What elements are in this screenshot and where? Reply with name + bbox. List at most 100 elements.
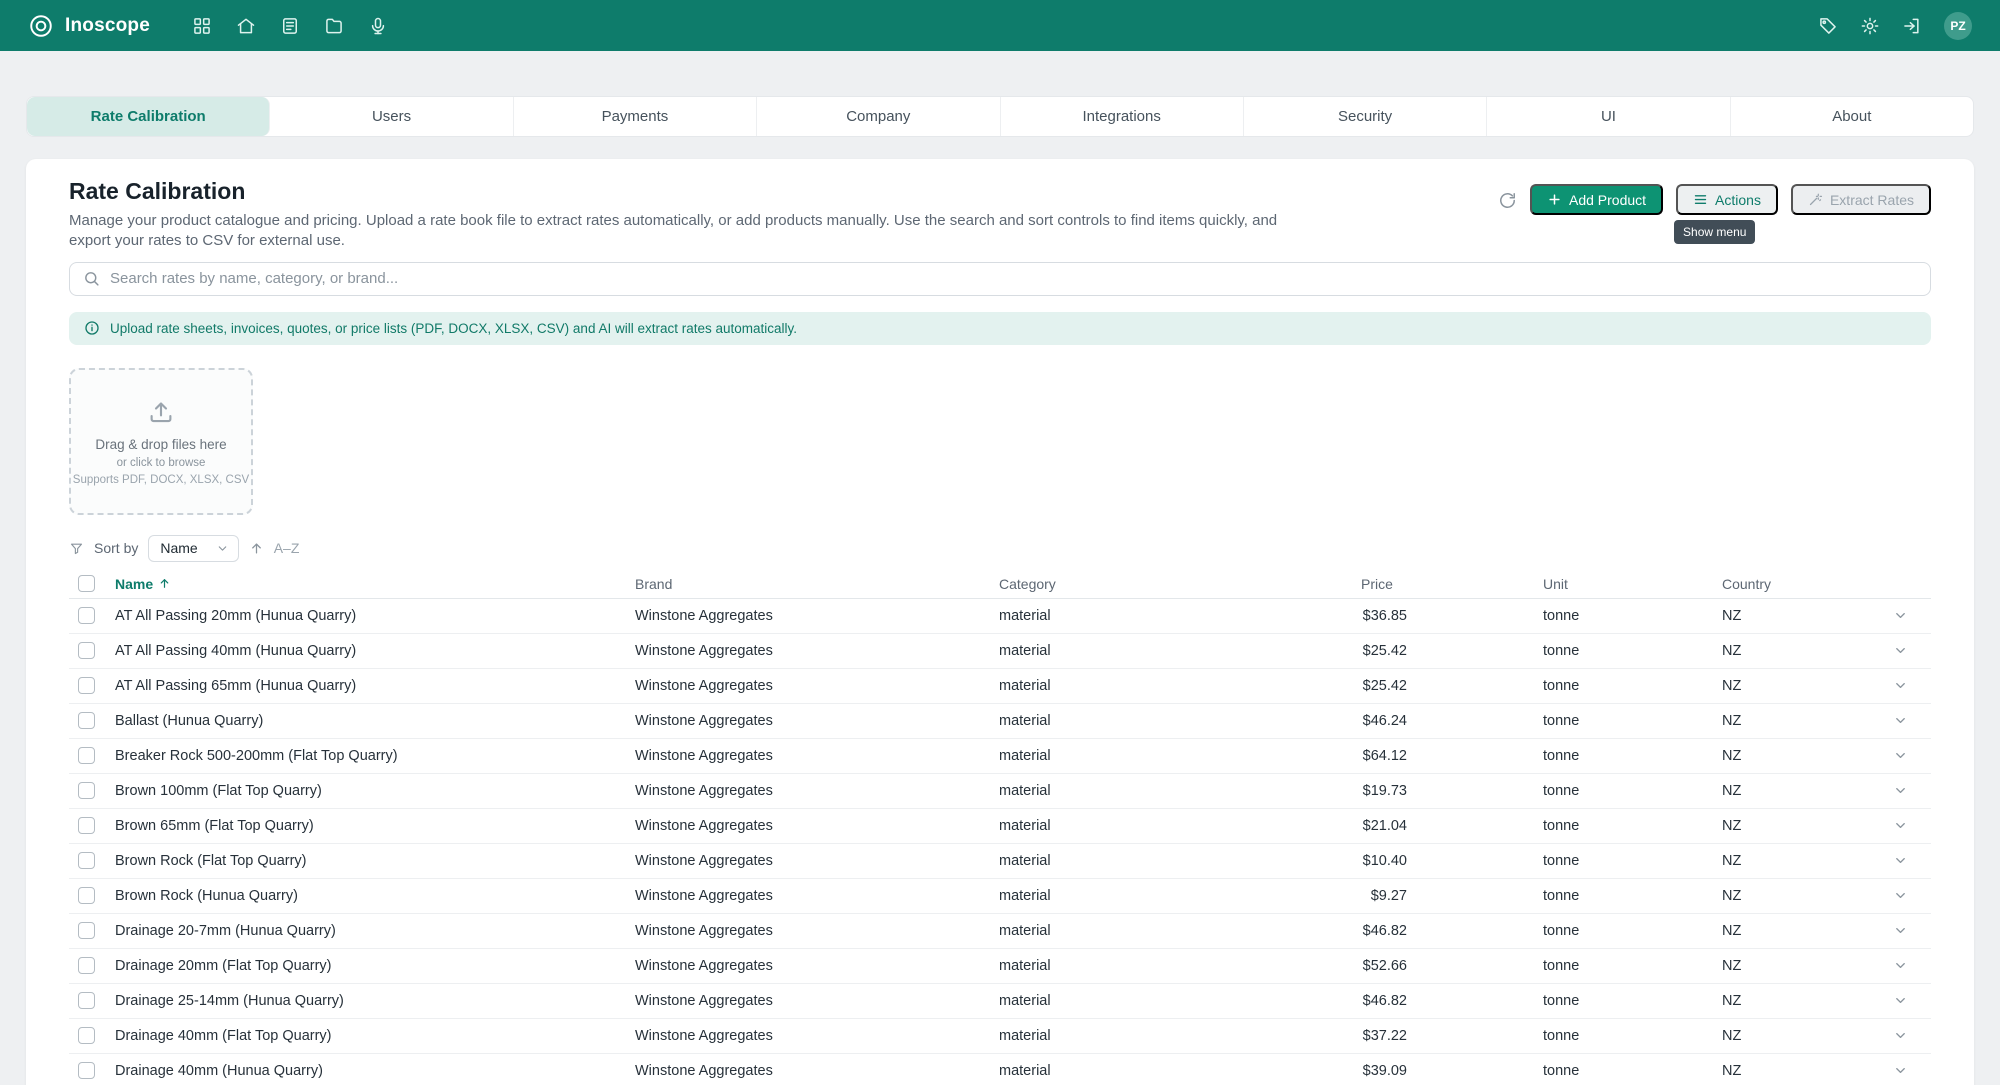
row-expand-chevron-icon[interactable]	[1893, 888, 1908, 903]
column-header-brand[interactable]: Brand	[635, 576, 999, 592]
row-checkbox[interactable]	[78, 677, 95, 694]
table-row[interactable]: Brown 100mm (Flat Top Quarry) Winstone A…	[69, 774, 1931, 809]
cell-category: material	[999, 608, 1361, 624]
row-expand-chevron-icon[interactable]	[1893, 713, 1908, 728]
cell-brand: Winstone Aggregates	[635, 748, 999, 764]
cell-unit: tonne	[1543, 783, 1722, 799]
extract-rates-button[interactable]: Extract Rates	[1791, 184, 1931, 215]
rates-table: Name Brand Category Price Unit Country A…	[69, 570, 1931, 1085]
column-header-name[interactable]: Name	[115, 576, 635, 592]
row-checkbox[interactable]	[78, 1062, 95, 1079]
cell-category: material	[999, 993, 1361, 1009]
cell-country: NZ	[1722, 818, 1869, 834]
row-checkbox[interactable]	[78, 817, 95, 834]
folder-icon[interactable]	[324, 16, 344, 36]
row-expand-chevron-icon[interactable]	[1893, 678, 1908, 693]
menu-icon	[1693, 192, 1708, 207]
table-row[interactable]: Drainage 20mm (Flat Top Quarry) Winstone…	[69, 949, 1931, 984]
row-checkbox[interactable]	[78, 712, 95, 729]
cell-category: material	[999, 818, 1361, 834]
row-expand-chevron-icon[interactable]	[1893, 993, 1908, 1008]
row-expand-chevron-icon[interactable]	[1893, 643, 1908, 658]
column-header-unit[interactable]: Unit	[1543, 576, 1722, 592]
table-row[interactable]: Breaker Rock 500-200mm (Flat Top Quarry)…	[69, 739, 1931, 774]
column-header-country[interactable]: Country	[1722, 576, 1869, 592]
row-expand-chevron-icon[interactable]	[1893, 608, 1908, 623]
cell-price: $10.40	[1361, 853, 1543, 869]
table-body: AT All Passing 20mm (Hunua Quarry) Winst…	[69, 599, 1931, 1085]
brand[interactable]: Inoscope	[28, 13, 150, 39]
logout-icon[interactable]	[1902, 16, 1922, 36]
tab[interactable]: Company	[757, 97, 1000, 136]
add-product-button[interactable]: Add Product	[1530, 184, 1663, 215]
sort-field-value: Name	[160, 540, 197, 556]
table-row[interactable]: Drainage 25-14mm (Hunua Quarry) Winstone…	[69, 984, 1931, 1019]
tab[interactable]: Payments	[514, 97, 757, 136]
cell-price: $39.09	[1361, 1063, 1543, 1079]
select-all-checkbox[interactable]	[78, 575, 95, 592]
page-title: Rate Calibration	[69, 178, 1284, 205]
tag-icon[interactable]	[1818, 16, 1838, 36]
row-checkbox[interactable]	[78, 852, 95, 869]
sort-field-select[interactable]: Name	[148, 535, 238, 562]
row-checkbox[interactable]	[78, 782, 95, 799]
row-checkbox[interactable]	[78, 1027, 95, 1044]
tab[interactable]: About	[1731, 97, 1973, 136]
table-row[interactable]: AT All Passing 65mm (Hunua Quarry) Winst…	[69, 669, 1931, 704]
actions-button[interactable]: Actions	[1676, 184, 1778, 215]
row-expand-chevron-icon[interactable]	[1893, 923, 1908, 938]
tab[interactable]: Users	[270, 97, 513, 136]
filter-icon	[69, 541, 84, 556]
table-row[interactable]: Brown Rock (Hunua Quarry) Winstone Aggre…	[69, 879, 1931, 914]
row-checkbox[interactable]	[78, 957, 95, 974]
file-dropzone[interactable]: Drag & drop files here or click to brows…	[69, 368, 253, 515]
row-expand-chevron-icon[interactable]	[1893, 853, 1908, 868]
document-icon[interactable]	[280, 16, 300, 36]
cell-unit: tonne	[1543, 748, 1722, 764]
avatar[interactable]: PZ	[1944, 12, 1972, 40]
chevron-down-icon	[216, 542, 229, 555]
row-expand-chevron-icon[interactable]	[1893, 1063, 1908, 1078]
row-checkbox[interactable]	[78, 607, 95, 624]
table-row[interactable]: AT All Passing 40mm (Hunua Quarry) Winst…	[69, 634, 1931, 669]
column-header-category[interactable]: Category	[999, 576, 1361, 592]
row-expand-chevron-icon[interactable]	[1893, 783, 1908, 798]
cell-name: Brown Rock (Flat Top Quarry)	[115, 853, 635, 869]
cell-category: material	[999, 923, 1361, 939]
row-expand-chevron-icon[interactable]	[1893, 958, 1908, 973]
table-row[interactable]: Brown 65mm (Flat Top Quarry) Winstone Ag…	[69, 809, 1931, 844]
table-row[interactable]: AT All Passing 20mm (Hunua Quarry) Winst…	[69, 599, 1931, 634]
tab-label: Payments	[602, 108, 669, 125]
column-header-price[interactable]: Price	[1361, 576, 1543, 592]
table-row[interactable]: Drainage 40mm (Hunua Quarry) Winstone Ag…	[69, 1054, 1931, 1085]
row-expand-chevron-icon[interactable]	[1893, 1028, 1908, 1043]
table-row[interactable]: Brown Rock (Flat Top Quarry) Winstone Ag…	[69, 844, 1931, 879]
table-row[interactable]: Ballast (Hunua Quarry) Winstone Aggregat…	[69, 704, 1931, 739]
cell-unit: tonne	[1543, 958, 1722, 974]
cell-brand: Winstone Aggregates	[635, 678, 999, 694]
tab[interactable]: Integrations	[1001, 97, 1244, 136]
cell-country: NZ	[1722, 993, 1869, 1009]
row-expand-chevron-icon[interactable]	[1893, 818, 1908, 833]
cell-name: Breaker Rock 500-200mm (Flat Top Quarry)	[115, 748, 635, 764]
gear-icon[interactable]	[1860, 16, 1880, 36]
tab[interactable]: UI	[1487, 97, 1730, 136]
refresh-icon[interactable]	[1498, 191, 1517, 210]
row-checkbox[interactable]	[78, 747, 95, 764]
apps-grid-icon[interactable]	[192, 16, 212, 36]
microphone-icon[interactable]	[368, 16, 388, 36]
cell-unit: tonne	[1543, 818, 1722, 834]
row-checkbox[interactable]	[78, 992, 95, 1009]
row-expand-chevron-icon[interactable]	[1893, 748, 1908, 763]
cell-country: NZ	[1722, 748, 1869, 764]
tab[interactable]: Rate Calibration	[27, 97, 270, 136]
sort-direction-button[interactable]	[249, 541, 264, 556]
search-input[interactable]	[110, 270, 1917, 287]
tab[interactable]: Security	[1244, 97, 1487, 136]
home-icon[interactable]	[236, 16, 256, 36]
row-checkbox[interactable]	[78, 887, 95, 904]
row-checkbox[interactable]	[78, 642, 95, 659]
table-row[interactable]: Drainage 40mm (Flat Top Quarry) Winstone…	[69, 1019, 1931, 1054]
row-checkbox[interactable]	[78, 922, 95, 939]
table-row[interactable]: Drainage 20-7mm (Hunua Quarry) Winstone …	[69, 914, 1931, 949]
